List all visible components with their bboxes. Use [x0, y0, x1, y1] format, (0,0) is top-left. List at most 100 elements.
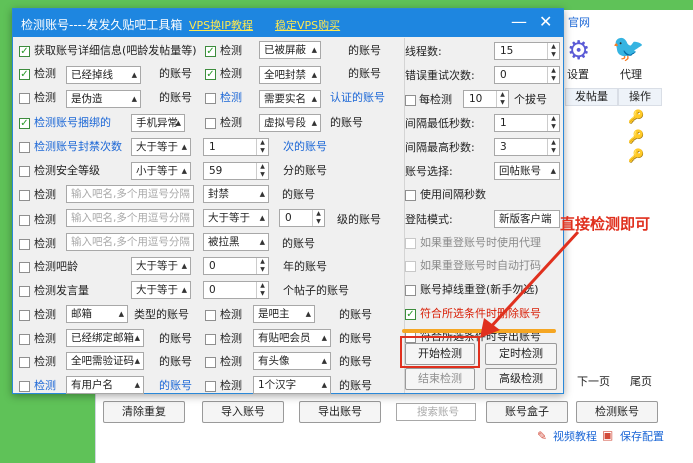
- vps-buy-link[interactable]: 稳定VPS购买: [275, 17, 340, 33]
- checkbox-type[interactable]: [19, 310, 30, 321]
- clear-duplicates-button[interactable]: 清除重复: [103, 401, 185, 423]
- spinner-arrows-icon[interactable]: ▲ ▼: [256, 163, 268, 179]
- checkbox-relogin-proxy[interactable]: [405, 238, 416, 249]
- checkbox-blocked[interactable]: ✓: [205, 46, 216, 57]
- checkbox-bound-phone[interactable]: ✓: [19, 118, 30, 129]
- checkbox-offline[interactable]: ✓: [19, 69, 30, 80]
- spinner-arrows-icon[interactable]: ▲ ▼: [496, 91, 508, 107]
- checkbox-bar-owner[interactable]: [205, 310, 216, 321]
- login-mode-dropdown[interactable]: 新版客户端: [494, 210, 560, 228]
- name-chars-select[interactable]: 1个汉字 ▲: [253, 376, 331, 394]
- bar-level-op-select[interactable]: 大于等于 ▲: [203, 209, 269, 227]
- spinner-arrows-icon[interactable]: ▲ ▼: [547, 43, 559, 59]
- retry-spinner[interactable]: 0 ▲ ▼: [494, 66, 560, 84]
- member-select[interactable]: 有贴吧会员 ▲: [253, 329, 331, 347]
- video-tutorial-link[interactable]: 视频教程: [553, 430, 597, 444]
- age-spinner[interactable]: 0 ▲ ▼: [203, 257, 269, 275]
- checkbox-forged[interactable]: [19, 93, 30, 104]
- realname-select[interactable]: 需要实名 ▲: [259, 90, 321, 108]
- checkbox-post-count[interactable]: [19, 286, 30, 297]
- checkbox-username[interactable]: [19, 381, 30, 392]
- avatar-select[interactable]: 有头像 ▲: [253, 352, 331, 370]
- bar-names-input[interactable]: 输入吧名,多个用逗号分隔: [66, 209, 194, 227]
- proxy-label[interactable]: 代理: [620, 68, 642, 82]
- ban-count-op-select[interactable]: 大于等于 ▲: [131, 138, 191, 156]
- post-count-spinner[interactable]: 0 ▲ ▼: [203, 281, 269, 299]
- spinner-arrows-icon[interactable]: ▲ ▼: [256, 258, 268, 274]
- virtual-select[interactable]: 虚拟号段 ▲: [259, 114, 321, 132]
- column-header-posts[interactable]: 发帖量: [565, 88, 618, 106]
- blacklist-select[interactable]: 被拉黑 ▲: [203, 233, 269, 251]
- checkbox-captcha[interactable]: [19, 357, 30, 368]
- checkbox-every-dial[interactable]: [405, 95, 416, 106]
- close-button[interactable]: ✕: [539, 14, 552, 30]
- bar-ban-select[interactable]: 封禁 ▲: [203, 185, 269, 203]
- spinner-arrows-icon[interactable]: ▲ ▼: [547, 115, 559, 131]
- next-page-link[interactable]: 下一页: [577, 375, 610, 389]
- ban-count-spinner[interactable]: 1 ▲ ▼: [203, 138, 269, 156]
- checkbox-bar-blacklist[interactable]: [19, 239, 30, 250]
- spinner-arrows-icon[interactable]: ▲ ▼: [547, 139, 559, 155]
- blocked-select[interactable]: 已被屏蔽 ▲: [259, 41, 321, 59]
- stop-check-button[interactable]: 结束检测: [405, 368, 475, 390]
- post-count-op-select[interactable]: 大于等于 ▲: [131, 281, 191, 299]
- minimize-button[interactable]: —: [511, 14, 527, 30]
- offline-select[interactable]: 已经掉线 ▲: [66, 66, 141, 84]
- checkbox-realname[interactable]: [205, 93, 216, 104]
- checkbox-relogin-captcha[interactable]: [405, 261, 416, 272]
- spinner-arrows-icon[interactable]: ▲ ▼: [312, 210, 324, 226]
- account-box-button[interactable]: 账号盒子: [486, 401, 568, 423]
- check-accounts-button[interactable]: 检测账号: [576, 401, 658, 423]
- checkbox-global-ban[interactable]: ✓: [205, 69, 216, 80]
- official-site-link[interactable]: 官网: [568, 16, 590, 30]
- forged-select[interactable]: 是伪造 ▲: [66, 90, 141, 108]
- age-op-select[interactable]: 大于等于 ▲: [131, 257, 191, 275]
- bar-names-input[interactable]: 输入吧名,多个用逗号分隔: [66, 233, 194, 251]
- checkbox-security-level[interactable]: [19, 166, 30, 177]
- import-accounts-button[interactable]: 导入账号: [202, 401, 284, 423]
- checkbox-virtual[interactable]: [205, 118, 216, 129]
- spinner-arrows-icon[interactable]: ▲ ▼: [547, 67, 559, 83]
- phone-select[interactable]: 手机异常 ▲: [131, 114, 185, 132]
- min-interval-spinner[interactable]: 1 ▲ ▼: [494, 114, 560, 132]
- checkbox-relogin-offline[interactable]: [405, 285, 416, 296]
- checkbox-bar-level[interactable]: [19, 215, 30, 226]
- checkbox-account-age[interactable]: [19, 262, 30, 273]
- max-interval-spinner[interactable]: 3 ▲ ▼: [494, 138, 560, 156]
- key-icon[interactable]: 🔑: [628, 149, 644, 164]
- key-icon[interactable]: 🔑: [628, 130, 644, 145]
- checkbox-ban-count[interactable]: [19, 142, 30, 153]
- email-select[interactable]: 已经绑定邮箱 ▲: [66, 329, 144, 347]
- checkbox-use-interval[interactable]: [405, 190, 416, 201]
- checkbox-delete-matching[interactable]: ✓: [405, 309, 416, 320]
- search-accounts-input[interactable]: 搜索账号: [396, 403, 476, 421]
- bar-owner-select[interactable]: 是吧主 ▲: [253, 305, 315, 323]
- account-select-dropdown[interactable]: 回帖账号 ▲: [494, 162, 560, 180]
- bar-names-input[interactable]: 输入吧名,多个用逗号分隔: [66, 185, 194, 203]
- key-icon[interactable]: 🔑: [628, 110, 644, 125]
- checkbox-bar-ban[interactable]: [19, 190, 30, 201]
- export-accounts-button[interactable]: 导出账号: [299, 401, 381, 423]
- spinner-arrows-icon[interactable]: ▲ ▼: [256, 139, 268, 155]
- column-header-operation[interactable]: 操作: [618, 88, 662, 106]
- global-ban-select[interactable]: 全吧封禁 ▲: [259, 66, 321, 84]
- bar-level-spinner[interactable]: 0 ▲ ▼: [279, 209, 325, 227]
- timed-check-button[interactable]: 定时检测: [485, 343, 557, 365]
- bird-icon[interactable]: 🐦: [612, 36, 644, 62]
- captcha-select[interactable]: 全吧需验证码 ▲: [66, 352, 144, 370]
- checkbox-detail-info[interactable]: ✓: [19, 46, 30, 57]
- spinner-arrows-icon[interactable]: ▲ ▼: [256, 282, 268, 298]
- security-spinner[interactable]: 59 ▲ ▼: [203, 162, 269, 180]
- vps-ip-tutorial-link[interactable]: VPS换IP教程: [189, 17, 253, 33]
- threads-spinner[interactable]: 15 ▲ ▼: [494, 42, 560, 60]
- save-config-link[interactable]: 保存配置: [620, 430, 664, 444]
- checkbox-name-chars[interactable]: [205, 381, 216, 392]
- security-op-select[interactable]: 小于等于 ▲: [131, 162, 191, 180]
- checkbox-email[interactable]: [19, 334, 30, 345]
- username-select[interactable]: 有用户名 ▲: [66, 376, 144, 394]
- advanced-check-button[interactable]: 高级检测: [485, 368, 557, 390]
- checkbox-avatar[interactable]: [205, 357, 216, 368]
- last-page-link[interactable]: 尾页: [630, 375, 652, 389]
- every-spinner[interactable]: 10 ▲ ▼: [463, 90, 509, 108]
- checkbox-member[interactable]: [205, 334, 216, 345]
